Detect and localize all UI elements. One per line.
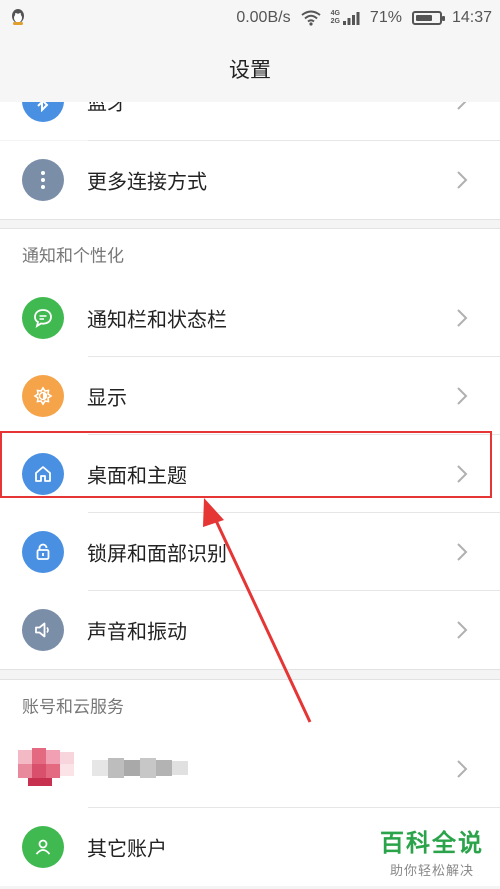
settings-row-display[interactable]: 显示 [0,357,500,435]
section-header-account: 账号和云服务 [0,679,500,730]
page-title-bar: 设置 [0,36,500,103]
section-title: 通知和个性化 [22,246,124,267]
section-gap [0,669,500,679]
signal-bars-icon [342,12,360,25]
speaker-icon [22,609,64,651]
cellular-signal: 4G 2G [331,10,360,26]
settings-row-notification-bar[interactable]: 通知栏和状态栏 [0,279,500,357]
row-label: 锁屏和面部识别 [87,541,227,566]
battery-icon [411,11,445,25]
watermark-logo: 百科全说 助你轻松解决 [380,823,484,879]
account-name-redacted [92,758,188,778]
chevron-right-icon [457,102,467,110]
row-label: 通知栏和状态栏 [87,307,227,332]
section-title: 账号和云服务 [22,697,124,718]
wifi-icon [300,10,321,26]
clock: 14:37 [451,9,492,26]
row-label: 声音和振动 [87,619,187,644]
row-label: 其它账户 [87,836,167,861]
settings-row-lockscreen[interactable]: 锁屏和面部识别 [0,513,500,591]
watermark-subtitle: 助你轻松解决 [389,864,474,879]
highlight-box [0,431,492,498]
status-bar: 0.00B/s 4G 2G 71% 14:37 [0,0,500,36]
chevron-right-icon [457,171,468,189]
chevron-right-icon [457,760,468,778]
chevron-right-icon [457,387,468,405]
chevron-right-icon [457,621,468,639]
watermark-title: 百科全说 [380,829,484,857]
settings-row-bluetooth[interactable]: 蓝牙 [0,102,500,140]
person-icon [22,826,64,868]
more-icon [22,159,64,201]
settings-row-sound[interactable]: 声音和振动 [0,591,500,669]
row-label: 显示 [87,385,127,410]
avatar [18,748,74,786]
chevron-right-icon [457,543,468,561]
chevron-right-icon [457,309,468,327]
section-header-notify: 通知和个性化 [0,228,500,279]
row-label: 更多连接方式 [87,169,207,194]
battery-percent: 71% [369,9,402,26]
net-speed: 0.00B/s [236,9,291,26]
settings-row-more-connections[interactable]: 更多连接方式 [0,141,500,219]
brightness-icon [22,375,64,417]
chat-bubble-icon [22,297,64,339]
row-label: 蓝牙 [87,102,127,115]
lock-icon [22,531,64,573]
net-tag-bottom: 2G [330,18,340,25]
settings-row-user-account[interactable] [0,730,500,808]
net-tag-top: 4G [330,10,340,17]
page-title: 设置 [229,58,271,82]
bluetooth-icon [22,102,64,122]
qq-notification-icon [12,9,24,25]
